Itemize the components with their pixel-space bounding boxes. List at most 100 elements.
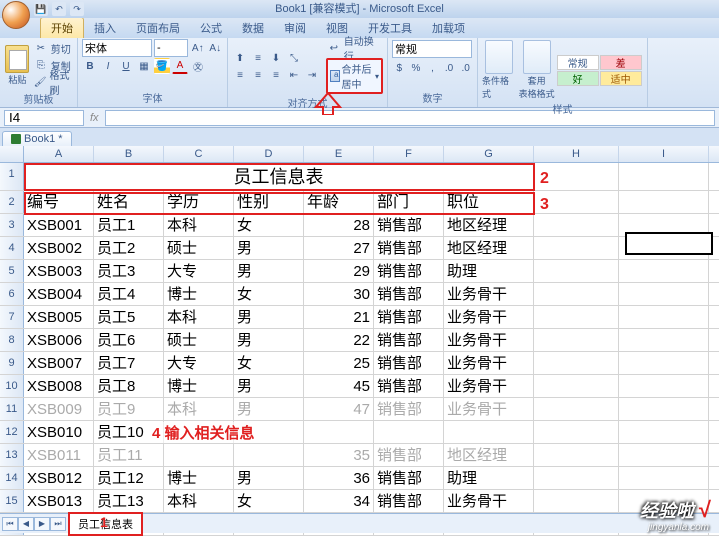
cell-D15[interactable]: 女: [234, 490, 304, 512]
cell-D5[interactable]: 男: [234, 260, 304, 282]
cell-C8[interactable]: 硕士: [164, 329, 234, 351]
cell-E3[interactable]: 28: [304, 214, 374, 236]
cell-B14[interactable]: 员工12: [94, 467, 164, 489]
cell-styles-gallery[interactable]: 常规 差 好 适中: [557, 55, 643, 86]
tab-data[interactable]: 数据: [232, 18, 274, 38]
workbook-tab-book1[interactable]: Book1 *: [2, 131, 72, 146]
cell-D14[interactable]: 男: [234, 467, 304, 489]
cell-H5[interactable]: [534, 260, 619, 282]
cell-C5[interactable]: 大专: [164, 260, 234, 282]
cell-G11[interactable]: 业务骨干: [444, 398, 534, 420]
cell-G10[interactable]: 业务骨干: [444, 375, 534, 397]
cell-H9[interactable]: [534, 352, 619, 374]
cell-B2[interactable]: 姓名: [94, 191, 164, 213]
active-cell-I4[interactable]: [625, 232, 713, 255]
align-center-icon[interactable]: ≡: [250, 68, 266, 84]
cell-E11[interactable]: 47: [304, 398, 374, 420]
cell-A6[interactable]: XSB004: [24, 283, 94, 305]
qat-undo-icon[interactable]: ↶: [52, 2, 66, 16]
row-header-14[interactable]: 14: [0, 467, 24, 489]
cell-H4[interactable]: [534, 237, 619, 259]
cell-C13[interactable]: [164, 444, 234, 466]
currency-icon[interactable]: $: [392, 60, 407, 76]
cell-F5[interactable]: 销售部: [374, 260, 444, 282]
row-header-10[interactable]: 10: [0, 375, 24, 397]
cell-E8[interactable]: 22: [304, 329, 374, 351]
cell-A2[interactable]: 编号: [24, 191, 94, 213]
cell-G7[interactable]: 业务骨干: [444, 306, 534, 328]
merge-center-button[interactable]: 合并后居中 ▾: [326, 58, 383, 94]
cell-C3[interactable]: 本科: [164, 214, 234, 236]
cell-D4[interactable]: 男: [234, 237, 304, 259]
cell-D8[interactable]: 男: [234, 329, 304, 351]
table-format-button[interactable]: 套用 表格格式: [519, 40, 555, 100]
font-color-icon[interactable]: A: [172, 58, 188, 74]
cell-G5[interactable]: 助理: [444, 260, 534, 282]
cell-H15[interactable]: [534, 490, 619, 512]
cell-D9[interactable]: 女: [234, 352, 304, 374]
style-bad[interactable]: 差: [600, 55, 642, 70]
cell-E6[interactable]: 30: [304, 283, 374, 305]
cell-A15[interactable]: XSB013: [24, 490, 94, 512]
tab-home[interactable]: 开始: [40, 17, 84, 38]
style-normal[interactable]: 常规: [557, 55, 599, 70]
cell-B11[interactable]: 员工9: [94, 398, 164, 420]
cell-D2[interactable]: 性别: [234, 191, 304, 213]
cell-E10[interactable]: 45: [304, 375, 374, 397]
italic-button[interactable]: I: [100, 58, 116, 74]
cell-B8[interactable]: 员工6: [94, 329, 164, 351]
cell-A13[interactable]: XSB011: [24, 444, 94, 466]
inc-decimal-icon[interactable]: .0: [442, 60, 457, 76]
indent-inc-icon[interactable]: ⇥: [304, 68, 320, 84]
phonetic-icon[interactable]: ㉆: [190, 58, 206, 74]
cell-D13[interactable]: [234, 444, 304, 466]
qat-save-icon[interactable]: 💾: [34, 2, 48, 16]
cell-B9[interactable]: 员工7: [94, 352, 164, 374]
cell-G14[interactable]: 助理: [444, 467, 534, 489]
office-button[interactable]: [2, 1, 30, 29]
cell-I10[interactable]: [619, 375, 709, 397]
cell-F4[interactable]: 销售部: [374, 237, 444, 259]
cell-G2[interactable]: 职位: [444, 191, 534, 213]
sheet-nav-prev-icon[interactable]: ◀: [18, 517, 34, 531]
cell-A10[interactable]: XSB008: [24, 375, 94, 397]
cell-B15[interactable]: 员工13: [94, 490, 164, 512]
sheet-nav-last-icon[interactable]: ⏭: [50, 517, 66, 531]
cell-C11[interactable]: 本科: [164, 398, 234, 420]
align-bottom-icon[interactable]: ⬇: [268, 51, 284, 67]
cell-A5[interactable]: XSB003: [24, 260, 94, 282]
cell-F3[interactable]: 销售部: [374, 214, 444, 236]
cell-E13[interactable]: 35: [304, 444, 374, 466]
border-icon[interactable]: ▦: [136, 58, 152, 74]
cell-F11[interactable]: 销售部: [374, 398, 444, 420]
row-header-5[interactable]: 5: [0, 260, 24, 282]
decrease-font-icon[interactable]: A↓: [208, 40, 224, 56]
col-header-H[interactable]: H: [534, 146, 619, 162]
style-good[interactable]: 好: [557, 71, 599, 86]
cell-B7[interactable]: 员工5: [94, 306, 164, 328]
cell-C10[interactable]: 博士: [164, 375, 234, 397]
percent-icon[interactable]: %: [409, 60, 424, 76]
cell-F14[interactable]: 销售部: [374, 467, 444, 489]
number-format-select[interactable]: [392, 40, 472, 58]
cell-F15[interactable]: 销售部: [374, 490, 444, 512]
cell-F6[interactable]: 销售部: [374, 283, 444, 305]
align-left-icon[interactable]: ≡: [232, 68, 248, 84]
cell-G9[interactable]: 业务骨干: [444, 352, 534, 374]
cell-D6[interactable]: 女: [234, 283, 304, 305]
tab-formula[interactable]: 公式: [190, 18, 232, 38]
cell-E12[interactable]: [304, 421, 374, 443]
cell-B5[interactable]: 员工3: [94, 260, 164, 282]
row-header-7[interactable]: 7: [0, 306, 24, 328]
cut-icon[interactable]: ✂: [33, 40, 49, 56]
cell-H10[interactable]: [534, 375, 619, 397]
cell-I13[interactable]: [619, 444, 709, 466]
align-middle-icon[interactable]: ≡: [250, 51, 266, 67]
cell-F10[interactable]: 销售部: [374, 375, 444, 397]
cell-A11[interactable]: XSB009: [24, 398, 94, 420]
cell-B6[interactable]: 员工4: [94, 283, 164, 305]
tab-insert[interactable]: 插入: [84, 18, 126, 38]
cell-H7[interactable]: [534, 306, 619, 328]
paste-button[interactable]: 粘贴: [4, 41, 31, 89]
col-header-A[interactable]: A: [24, 146, 94, 162]
